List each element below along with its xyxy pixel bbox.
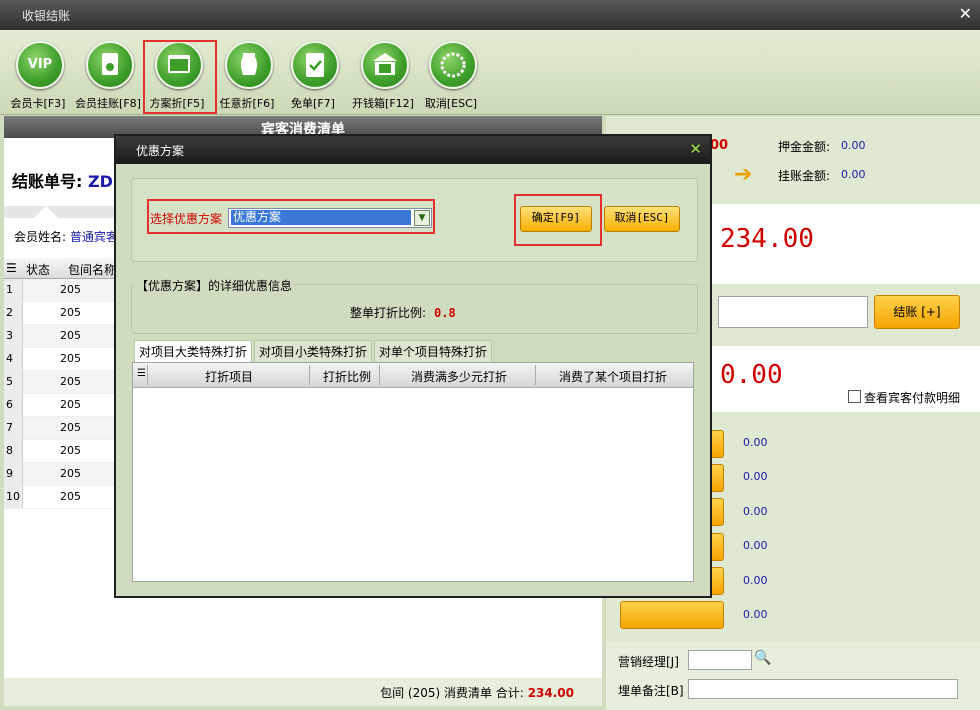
document-icon [86,41,134,89]
column-spend-threshold[interactable]: 消费满多少元打折 [411,368,507,385]
footer-label: 包间 (205) 消费清单 合计: [380,686,524,700]
deposit-label: 押金金额: [778,140,831,154]
member-name-label: 会员姓名: [14,230,67,244]
arbitrary-discount-label: 任意折[F6] [219,97,275,110]
detail-group-title: 【优惠方案】的详细优惠信息 [134,277,295,294]
payment-method-value-3: 0.00 [743,505,768,518]
member-name-row: 会员姓名: 普通宾客 [14,228,118,245]
ratio-label: 整单打折比例: [350,306,427,320]
member-credit-button[interactable]: 会员挂账[F8] [73,30,143,114]
column-status[interactable]: 状态 [26,261,50,278]
member-card-label: 会员卡[F3] [10,97,66,110]
payment-method-button-6[interactable] [620,601,724,629]
bill-number-value: ZD [87,172,113,191]
discount-plan-dialog: 优惠方案 ✕ 选择优惠方案 优惠方案 ▼ 确定[F9] 取消[ESC] 【优惠方… [114,134,712,598]
member-name-value: 普通宾客 [69,230,118,244]
separator-pointer [34,206,58,218]
payment-method-value-1: 0.00 [743,436,768,449]
cancel-toolbar-button[interactable]: 取消[ESC] [416,30,486,114]
dialog-title: 优惠方案 [136,144,185,158]
checkout-button[interactable]: 结账 [+] [874,295,960,329]
toolbar: VIP 会员卡[F3] 会员挂账[F8] 方案折[F5] 任意折[F6] 免单[… [0,30,980,115]
arbitrary-discount-button[interactable]: 任意折[F6] [212,30,282,114]
highlight-plan-select [147,199,435,234]
dialog-close-icon[interactable]: ✕ [689,140,702,158]
payment-method-value-4: 0.00 [743,539,768,552]
loading-ring-icon [429,41,477,89]
highlight-plan-discount [143,40,217,114]
tab-subcategory-discount[interactable]: 对项目小类特殊打折 [254,340,373,363]
arrow-right-icon: ➔ [734,162,753,187]
grid-menu-icon[interactable]: ☰ [137,368,146,379]
member-credit-label: 会员挂账[F8] [75,97,141,110]
payment-method-value-5: 0.00 [743,574,768,587]
payment-amount-input[interactable] [718,296,868,328]
cancel-button[interactable]: 取消[ESC] [604,206,680,232]
open-cash-drawer-label: 开钱箱[F12] [352,97,414,110]
dialog-titlebar: 优惠方案 ✕ [116,136,710,164]
cash-drawer-icon [361,41,409,89]
discount-grid: ☰ 打折项目 打折比例 消费满多少元打折 消费了某个项目打折 [132,362,694,582]
discount-grid-header: ☰ 打折项目 打折比例 消费满多少元打折 消费了某个项目打折 [133,363,693,388]
member-card-button[interactable]: VIP 会员卡[F3] [3,30,73,114]
remark-input[interactable] [688,679,958,699]
clipboard-check-icon [291,41,339,89]
free-order-button[interactable]: 免单[F7] [278,30,348,114]
receivable-partial: 00 [710,138,729,153]
guest-payment-label: 查看宾客付款明细 [864,391,961,405]
sales-manager-label: 营销经理[J] [618,655,679,669]
footer-total: 234.00 [527,686,574,700]
footer-summary: 包间 (205) 消费清单 合计: 234.00 [380,684,574,701]
grid-menu-icon[interactable]: ☰ [6,261,17,275]
open-cash-drawer-button[interactable]: 开钱箱[F12] [348,30,418,114]
tab-category-discount[interactable]: 对项目大类特殊打折 [134,340,253,364]
overall-discount-ratio: 整单打折比例: 0.8 [350,304,456,321]
highlight-confirm [514,194,602,246]
ratio-value: 0.8 [434,306,456,320]
total-amount: 234.00 [720,224,814,254]
column-discount-item[interactable]: 打折项目 [205,368,253,385]
window-title: 收银结账 [22,9,71,23]
tab-single-item-discount[interactable]: 对单个项目特殊打折 [374,340,493,363]
column-room-name[interactable]: 包间名称 [68,261,116,278]
payment-method-value-2: 0.00 [743,470,768,483]
vase-icon [225,41,273,89]
payment-method-value-6: 0.00 [743,608,768,621]
column-item-trigger[interactable]: 消费了某个项目打折 [559,368,667,385]
window-close-button[interactable]: ✕ [959,4,972,23]
bill-number: 结账单号: ZD [12,168,113,192]
consumption-footer: 包间 (205) 消费清单 合计: 234.00 [4,678,602,706]
change-amount: 0.00 [720,360,783,390]
cancel-toolbar-label: 取消[ESC] [424,97,478,110]
remark-label: 埋单备注[B] [618,684,684,698]
search-icon[interactable]: 🔍 [754,650,771,666]
guest-payment-checkbox[interactable] [848,390,861,403]
column-discount-ratio[interactable]: 打折比例 [323,368,371,385]
deposit-value: 0.00 [841,139,866,152]
sales-manager-input[interactable] [688,650,752,670]
free-order-label: 免单[F7] [291,97,335,110]
bill-number-label: 结账单号: [12,172,83,191]
vip-icon: VIP [16,41,64,89]
credit-label: 挂账金额: [778,169,831,183]
credit-value: 0.00 [841,168,866,181]
window-titlebar: 收银结账 ✕ [0,0,980,30]
